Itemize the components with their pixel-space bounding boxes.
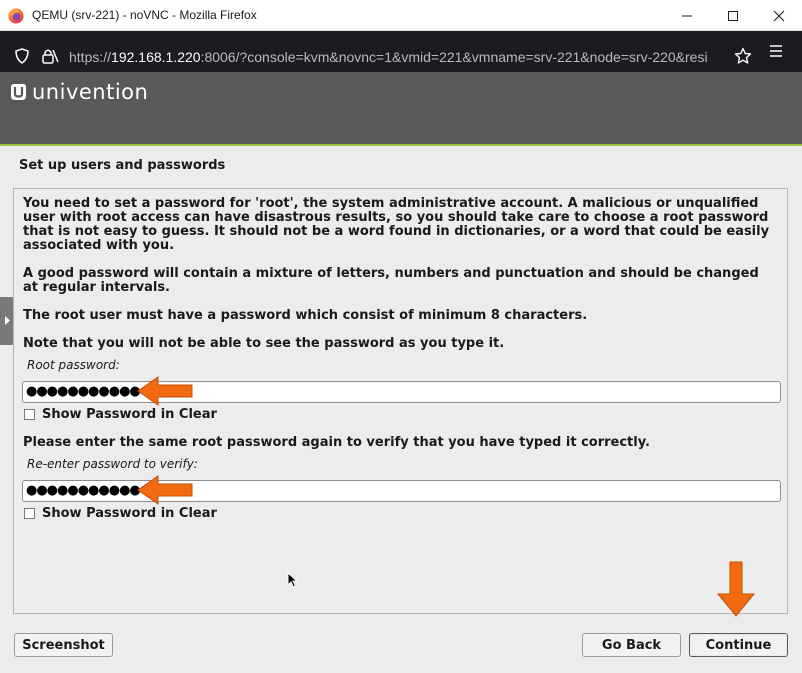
- star-icon[interactable]: [734, 47, 752, 65]
- univention-logo: univention: [10, 80, 148, 104]
- lock-icon[interactable]: [41, 47, 59, 65]
- checkbox-box[interactable]: [24, 409, 35, 420]
- maximize-button[interactable]: [710, 0, 756, 31]
- page-title: Set up users and passwords: [19, 158, 226, 173]
- verify-show-password-label: Show Password in Clear: [42, 506, 217, 521]
- annotation-arrow-left-icon: [137, 475, 193, 505]
- verify-prompt: Please enter the same root password agai…: [23, 435, 650, 450]
- intro-paragraph: You need to set a password for 'root', t…: [23, 196, 770, 253]
- root-show-password-checkbox[interactable]: Show Password in Clear: [24, 407, 217, 422]
- close-window-button[interactable]: [756, 0, 802, 31]
- url-host: 192.168.1.220: [111, 49, 201, 65]
- hamburger-menu-icon[interactable]: [769, 44, 783, 58]
- firefox-logo-icon: [8, 8, 24, 24]
- password-hidden-paragraph: Note that you will not be able to see th…: [23, 336, 505, 351]
- chevron-right-icon: [5, 316, 10, 325]
- root-show-password-label: Show Password in Clear: [42, 407, 217, 422]
- verify-password-label: Re-enter password to verify:: [27, 457, 198, 471]
- root-password-label: Root password:: [27, 358, 120, 372]
- continue-button[interactable]: Continue: [689, 633, 788, 657]
- univention-u-icon: [11, 84, 26, 100]
- shield-icon[interactable]: [15, 48, 29, 64]
- annotation-arrow-left-icon: [137, 376, 193, 406]
- url-bar[interactable]: https://192.168.1.220:8006/?console=kvm&…: [5, 36, 761, 67]
- annotation-arrow-down-icon: [716, 561, 756, 617]
- maximize-icon: [728, 10, 738, 21]
- univention-logo-text: univention: [32, 80, 149, 104]
- close-icon: [773, 10, 785, 21]
- go-back-button[interactable]: Go Back: [582, 633, 681, 657]
- minimize-button[interactable]: [664, 0, 710, 31]
- window-title: QEMU (srv-221) - noVNC - Mozilla Firefox: [32, 8, 257, 22]
- checkbox-box[interactable]: [24, 508, 35, 519]
- minimize-icon: [682, 15, 692, 16]
- password-length-paragraph: The root user must have a password which…: [23, 308, 588, 323]
- window-titlebar: QEMU (srv-221) - noVNC - Mozilla Firefox: [0, 0, 802, 31]
- password-advice-paragraph: A good password will contain a mixture o…: [23, 266, 759, 295]
- screenshot-button[interactable]: Screenshot: [14, 633, 113, 657]
- univention-header: univention: [0, 72, 802, 146]
- verify-show-password-checkbox[interactable]: Show Password in Clear: [24, 506, 217, 521]
- url-prefix: https://: [69, 49, 112, 65]
- mouse-cursor-icon: [287, 572, 298, 588]
- installer-window: Set up users and passwords You need to s…: [0, 146, 802, 673]
- installer-content-frame: You need to set a password for 'root', t…: [13, 188, 788, 614]
- url-path: :8006/?console=kvm&novnc=1&vmid=221&vmna…: [200, 49, 708, 65]
- browser-toolbar: https://192.168.1.220:8006/?console=kvm&…: [0, 31, 802, 72]
- url-text[interactable]: https://192.168.1.220:8006/?console=kvm&…: [69, 49, 730, 65]
